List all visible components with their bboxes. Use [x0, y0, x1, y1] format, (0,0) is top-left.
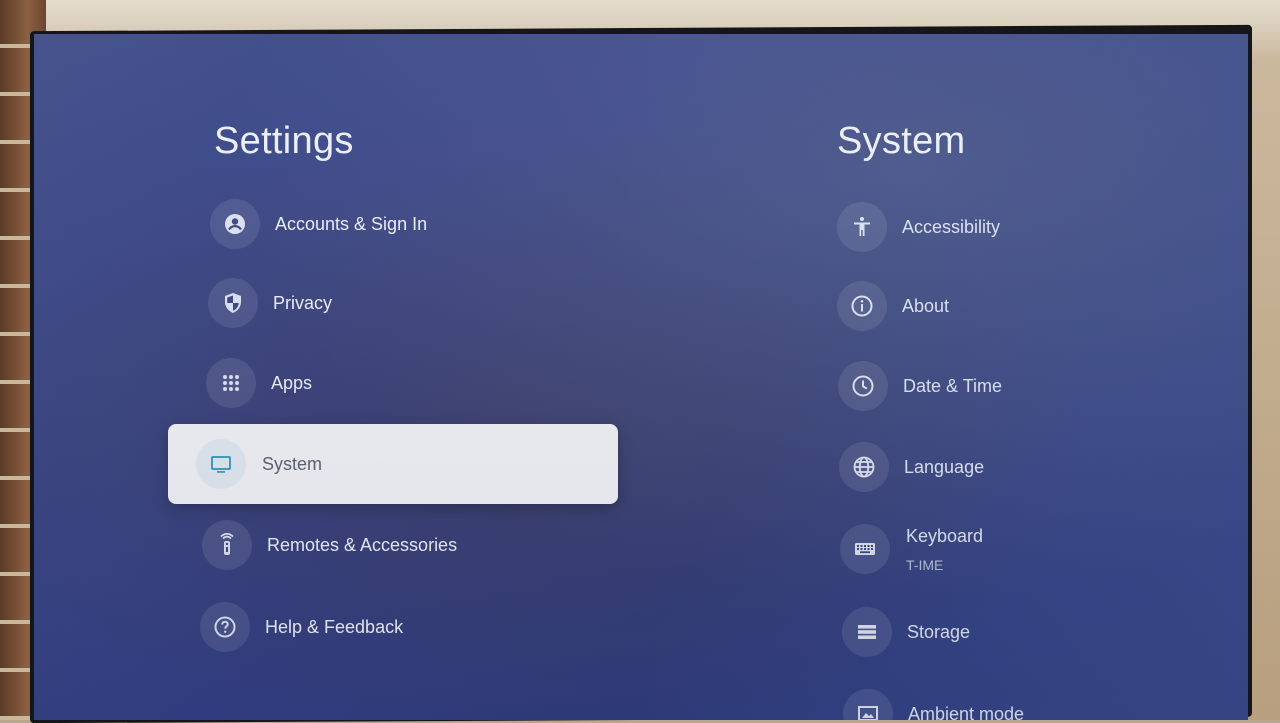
system-item-about[interactable]: About [837, 281, 949, 331]
system-item-date-time[interactable]: Date & Time [838, 361, 1002, 411]
system-item-language[interactable]: Language [839, 442, 984, 492]
remote-icon [202, 520, 252, 570]
globe-icon [839, 442, 889, 492]
tv-icon [196, 439, 246, 489]
system-item-label: About [902, 295, 950, 316]
menu-item-label: Accounts & Sign In [275, 213, 428, 234]
system-item-sublabel: T-IME [906, 556, 944, 573]
info-icon [837, 281, 887, 331]
accessibility-icon [837, 202, 887, 252]
system-title: System [837, 120, 966, 162]
menu-item-label: System [262, 453, 323, 474]
system-item-accessibility[interactable]: Accessibility [837, 202, 1000, 252]
system-item-label: Storage [907, 621, 971, 642]
clock-icon [838, 361, 888, 411]
system-item-label: Date & Time [903, 375, 1003, 396]
menu-item-label: Privacy [273, 292, 333, 313]
menu-item-apps[interactable]: Apps [206, 358, 312, 408]
system-item-label: Keyboard [906, 525, 984, 546]
tv-screen: Settings Accounts & Sign In Privacy Apps… [34, 34, 1248, 720]
system-item-keyboard[interactable]: Keyboard T-IME [840, 524, 983, 574]
system-item-label: Accessibility [902, 216, 1001, 237]
settings-title: Settings [214, 120, 354, 162]
ambient-mode-icon [843, 689, 893, 720]
shield-icon [208, 278, 258, 328]
system-item-ambient-mode[interactable]: Ambient mode [843, 689, 1024, 720]
apps-grid-icon [206, 358, 256, 408]
help-icon [200, 602, 250, 652]
system-item-label: Language [904, 456, 985, 477]
menu-item-help[interactable]: Help & Feedback [200, 602, 403, 652]
account-circle-icon [210, 199, 260, 249]
keyboard-icon [840, 524, 890, 574]
menu-item-remotes[interactable]: Remotes & Accessories [202, 520, 457, 570]
menu-item-label: Remotes & Accessories [267, 534, 458, 555]
menu-item-system-selected[interactable]: System [168, 424, 618, 504]
system-item-storage[interactable]: Storage [842, 607, 970, 657]
system-item-label: Ambient mode [908, 703, 1025, 721]
storage-icon [842, 607, 892, 657]
menu-item-privacy[interactable]: Privacy [208, 278, 332, 328]
menu-item-label: Help & Feedback [265, 616, 404, 637]
menu-item-label: Apps [271, 372, 313, 393]
menu-item-accounts[interactable]: Accounts & Sign In [210, 199, 427, 249]
